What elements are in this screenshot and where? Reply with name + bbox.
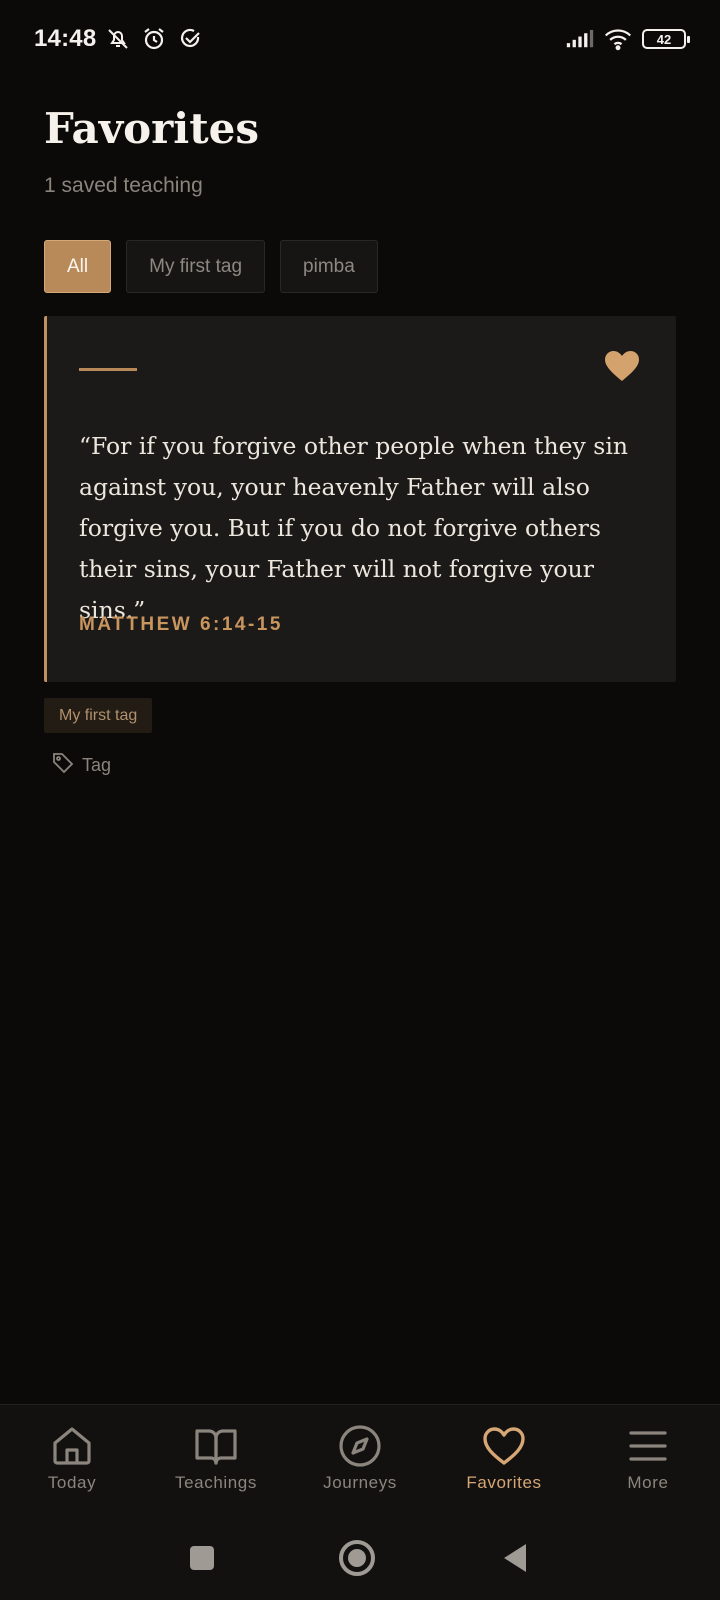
page-title: Favorites	[44, 104, 260, 153]
recent-apps-button[interactable]	[182, 1538, 222, 1578]
tag-icon	[52, 752, 74, 779]
add-tag-button[interactable]: Tag	[52, 752, 111, 779]
nav-item-journeys[interactable]: Journeys	[288, 1405, 432, 1517]
alarm-icon	[140, 25, 168, 53]
menu-icon	[629, 1431, 667, 1461]
nav-item-today[interactable]: Today	[0, 1405, 144, 1517]
nav-label-today: Today	[47, 1473, 97, 1492]
system-navigation-bar	[0, 1516, 720, 1600]
compass-icon	[339, 1425, 381, 1467]
status-left: 14:48	[34, 25, 204, 53]
check-circle-icon	[176, 25, 204, 53]
signal-icon	[566, 25, 594, 53]
bottom-navigation: Today Teachings Journeys Favorites More	[0, 1404, 720, 1516]
wifi-icon	[604, 25, 632, 53]
home-icon	[53, 1427, 91, 1465]
status-time: 14:48	[34, 25, 97, 52]
battery-icon: 42	[642, 29, 690, 49]
add-tag-label: Tag	[82, 755, 112, 775]
back-button[interactable]	[494, 1538, 534, 1578]
page-subtitle: 1 saved teaching	[44, 174, 203, 197]
tag-badge[interactable]: My first tag	[44, 698, 153, 733]
favorite-heart-icon[interactable]	[604, 350, 640, 382]
filter-chip-all[interactable]: All	[44, 240, 112, 293]
filter-chip-row: All My first tag pimba	[44, 240, 378, 293]
book-icon	[195, 1429, 237, 1465]
heart-icon	[483, 1427, 525, 1465]
nav-item-favorites[interactable]: Favorites	[432, 1405, 576, 1517]
square-icon	[190, 1546, 214, 1570]
nav-label-favorites: Favorites	[466, 1473, 542, 1492]
filter-chip-pimba[interactable]: pimba	[280, 240, 378, 293]
nav-label-more: More	[627, 1473, 669, 1492]
status-right: 42	[566, 25, 690, 53]
nav-item-teachings[interactable]: Teachings	[144, 1405, 288, 1517]
card-accent-rule	[79, 368, 137, 371]
nav-label-journeys: Journeys	[323, 1473, 397, 1492]
filter-chip-my-first-tag[interactable]: My first tag	[126, 240, 266, 293]
scripture-reference: MATTHEW 6:14-15	[79, 614, 283, 635]
status-bar: 14:48 42	[0, 0, 720, 78]
quote-text: “For if you forgive other people when th…	[79, 432, 628, 624]
nav-label-teachings: Teachings	[175, 1473, 257, 1492]
mute-icon	[104, 25, 132, 53]
teaching-card[interactable]: “For if you forgive other people when th…	[44, 316, 676, 682]
triangle-back-icon	[504, 1544, 526, 1572]
nav-item-more[interactable]: More	[576, 1405, 720, 1517]
home-button[interactable]	[337, 1538, 377, 1578]
circle-icon	[339, 1540, 375, 1576]
